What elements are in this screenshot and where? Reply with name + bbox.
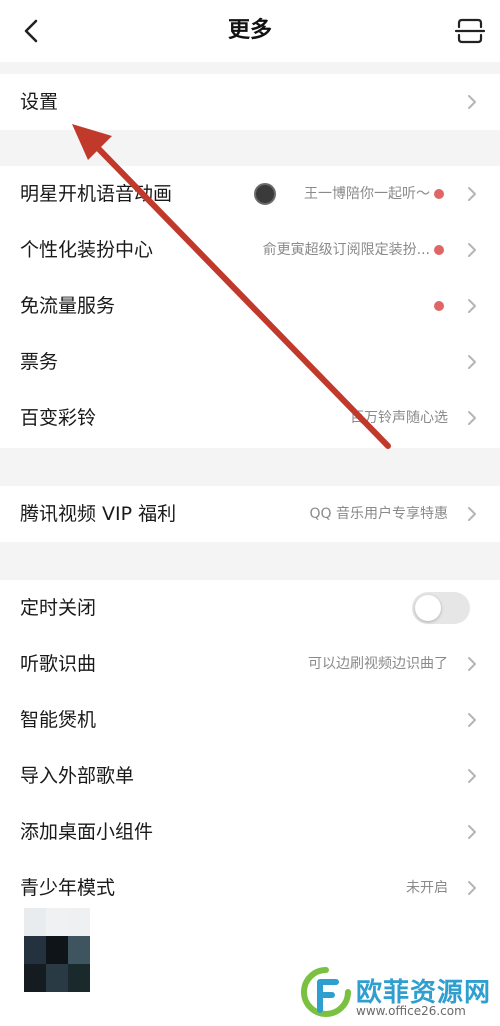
- personalize-center-label: 个性化装扮中心: [20, 239, 154, 261]
- group-divider: [0, 542, 500, 580]
- desktop-widget-label: 添加桌面小组件: [20, 821, 154, 843]
- timer-off-label: 定时关闭: [20, 597, 97, 619]
- avatar: [254, 183, 276, 205]
- import-playlist-row[interactable]: 导入外部歌单: [0, 748, 500, 804]
- group-divider: [0, 448, 500, 486]
- timer-off-toggle[interactable]: [412, 592, 470, 624]
- tencent-video-vip-value: QQ 音乐用户专享特惠: [309, 506, 449, 522]
- settings-row[interactable]: 设置: [0, 74, 500, 130]
- watermark-url: www.office26.com: [356, 1004, 466, 1018]
- chevron-right-icon: [468, 411, 476, 425]
- notification-dot: [434, 301, 444, 311]
- tickets-label: 票务: [20, 351, 59, 373]
- smart-burn-in-row[interactable]: 智能煲机: [0, 692, 500, 748]
- chevron-right-icon: [468, 355, 476, 369]
- chevron-right-icon: [468, 299, 476, 313]
- chevron-right-icon: [468, 769, 476, 783]
- chevron-right-icon: [468, 713, 476, 727]
- teen-mode-value: 未开启: [406, 880, 448, 896]
- star-boot-animation-label: 明星开机语音动画: [20, 183, 173, 205]
- chevron-right-icon: [468, 825, 476, 839]
- tickets-row[interactable]: 票务: [0, 334, 500, 390]
- chevron-right-icon: [468, 657, 476, 671]
- office-logo-icon: [301, 967, 351, 1017]
- song-recognition-value: 可以边刷视频边识曲了: [308, 656, 448, 672]
- toggle-knob: [415, 595, 441, 621]
- star-boot-animation-row[interactable]: 明星开机语音动画 王一博陪你一起听～: [0, 166, 500, 222]
- group-divider: [0, 130, 500, 166]
- tencent-video-vip-row[interactable]: 腾讯视频 VIP 福利 QQ 音乐用户专享特惠: [0, 486, 500, 542]
- ringtone-label: 百变彩铃: [20, 407, 97, 429]
- personalize-center-row[interactable]: 个性化装扮中心 俞更寅超级订阅限定装扮...: [0, 222, 500, 278]
- chevron-right-icon: [468, 187, 476, 201]
- settings-label: 设置: [20, 91, 59, 113]
- chevron-right-icon: [468, 95, 476, 109]
- free-data-row[interactable]: 免流量服务: [0, 278, 500, 334]
- watermark: 欧菲资源网 www.office26.com: [298, 966, 500, 1022]
- chevron-right-icon: [468, 507, 476, 521]
- song-recognition-row[interactable]: 听歌识曲 可以边刷视频边识曲了: [0, 636, 500, 692]
- group-divider: [0, 62, 500, 74]
- free-data-label: 免流量服务: [20, 295, 116, 317]
- scan-icon[interactable]: [454, 14, 486, 48]
- smart-burn-in-label: 智能煲机: [20, 709, 97, 731]
- desktop-widget-row[interactable]: 添加桌面小组件: [0, 804, 500, 860]
- page-title: 更多: [227, 18, 272, 43]
- chevron-right-icon: [468, 243, 476, 257]
- notification-dot: [434, 189, 444, 199]
- ringtone-value: 百万铃声随心选: [350, 410, 448, 426]
- pixelated-thumbnail: [24, 908, 90, 992]
- star-boot-animation-value: 王一博陪你一起听～: [304, 186, 430, 202]
- chevron-right-icon: [468, 881, 476, 895]
- tencent-video-vip-label: 腾讯视频 VIP 福利: [20, 503, 177, 525]
- import-playlist-label: 导入外部歌单: [20, 765, 135, 787]
- personalize-center-value: 俞更寅超级订阅限定装扮...: [262, 242, 430, 258]
- top-bar: 更多: [0, 0, 500, 62]
- song-recognition-label: 听歌识曲: [20, 653, 97, 675]
- timer-off-row: 定时关闭: [0, 580, 500, 636]
- notification-dot: [434, 245, 444, 255]
- ringtone-row[interactable]: 百变彩铃 百万铃声随心选: [0, 390, 500, 446]
